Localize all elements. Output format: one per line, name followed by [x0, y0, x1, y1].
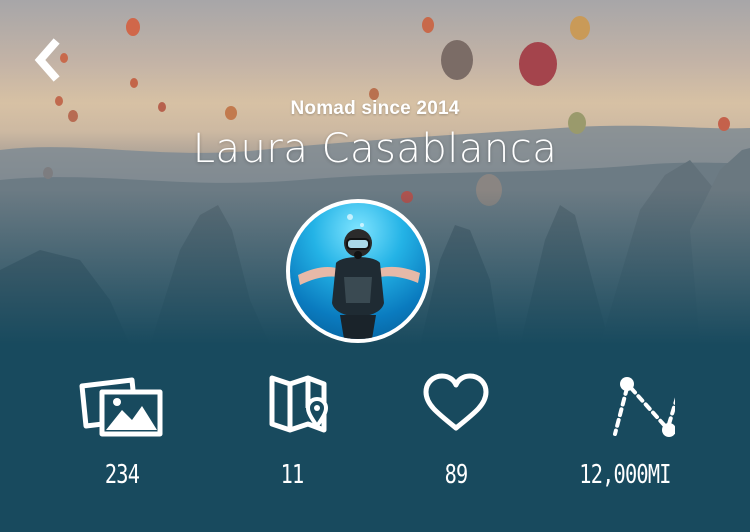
route-icon	[613, 377, 675, 437]
stat-maps[interactable]: 11	[222, 368, 362, 508]
stat-maps-value: 11	[280, 460, 305, 490]
stat-photos-value: 234	[104, 460, 140, 490]
profile-subtitle: Nomad since 2014	[290, 98, 460, 119]
heart-icon	[423, 373, 489, 431]
profile-name: Laura Casablanca	[192, 126, 558, 172]
photos-icon	[79, 377, 163, 437]
stat-likes-value: 89	[444, 460, 469, 490]
chevron-left-icon	[34, 38, 60, 82]
stat-distance-value: 12,000MI	[579, 460, 671, 490]
map-icon	[269, 375, 329, 433]
avatar-photo	[298, 214, 420, 339]
avatar[interactable]	[286, 199, 430, 343]
stat-likes[interactable]: 89	[386, 368, 526, 508]
stat-photos[interactable]: 234	[52, 368, 192, 508]
stat-distance[interactable]: 12,000MI	[555, 368, 695, 508]
back-button[interactable]	[30, 38, 70, 82]
stats-bar: 234 11 89 12,000MI	[0, 368, 750, 508]
profile-screen: Nomad since 2014 Laura Casablanca 234 11…	[0, 0, 750, 532]
